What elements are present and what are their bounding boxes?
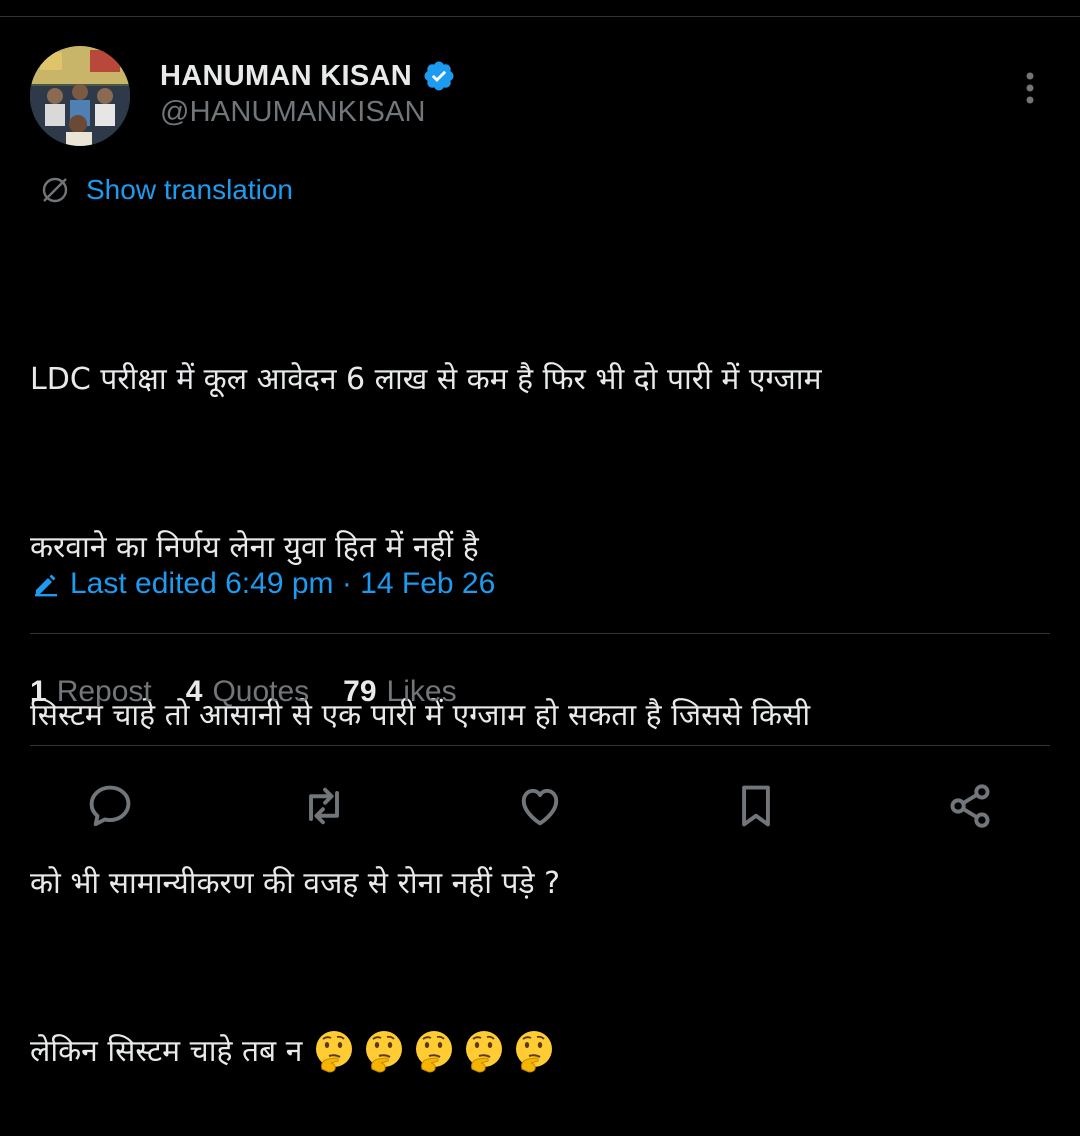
likes-count: 79 xyxy=(343,675,377,708)
avatar-photo xyxy=(30,46,130,146)
reposts-count: 1 xyxy=(30,675,47,708)
repost-button[interactable] xyxy=(298,780,350,832)
divider xyxy=(30,633,1050,634)
verified-badge-icon xyxy=(424,61,454,91)
like-icon xyxy=(521,788,559,826)
tweet-line-text: लेकिन सिस्टम चाहे तब न xyxy=(30,1034,312,1069)
reposts-stat[interactable]: 1 Repost xyxy=(30,675,152,709)
reply-button[interactable] xyxy=(84,780,136,832)
likes-label: Likes xyxy=(386,675,457,708)
author-display-name[interactable]: HANUMAN KISAN xyxy=(160,60,412,93)
bookmark-icon xyxy=(742,785,770,827)
translate-globe-icon xyxy=(42,177,68,203)
tweet-line: LDC परीक्षा में कूल आवेदन 6 लाख से कम है… xyxy=(30,362,822,397)
repost-icon xyxy=(309,787,339,825)
bookmark-button[interactable] xyxy=(730,780,782,832)
pencil-icon xyxy=(35,574,57,597)
top-divider xyxy=(0,16,1080,17)
thinking-face-emoji xyxy=(315,1031,352,1073)
tweet-line: को भी सामान्यीकरण की वजह से रोना नहीं पड… xyxy=(30,866,561,901)
avatar[interactable] xyxy=(30,46,130,146)
likes-stat[interactable]: 79 Likes xyxy=(343,675,456,709)
tweet-line-last: लेकिन सिस्टम चाहे तब न xyxy=(30,1024,1050,1080)
thinking-face-emoji xyxy=(365,1031,402,1073)
show-translation-label[interactable]: Show translation xyxy=(86,174,293,206)
quotes-count: 4 xyxy=(185,675,203,708)
author-name-row[interactable]: HANUMAN KISAN xyxy=(160,56,456,96)
thinking-face-emoji xyxy=(415,1031,452,1073)
more-options-button[interactable] xyxy=(1014,70,1046,110)
share-icon xyxy=(950,784,990,828)
share-button[interactable] xyxy=(944,780,996,832)
author-handle[interactable]: @HANUMANKISAN xyxy=(160,96,426,129)
more-vertical-icon xyxy=(1026,72,1034,104)
thinking-face-emoji xyxy=(465,1031,502,1073)
like-button[interactable] xyxy=(514,780,566,832)
last-edited-label[interactable]: Last edited 6:49 pm · 14 Feb 26 xyxy=(70,567,495,601)
divider xyxy=(30,745,1050,746)
reply-icon xyxy=(89,785,131,827)
thinking-face-emoji xyxy=(515,1031,552,1073)
reposts-label: Repost xyxy=(56,675,152,708)
engagement-stats: 1 Repost 4 Quotes 79 Likes xyxy=(30,668,457,716)
show-translation-link[interactable]: Show translation xyxy=(40,170,293,210)
quotes-label: Quotes xyxy=(212,675,310,708)
last-edited-link[interactable]: Last edited 6:49 pm · 14 Feb 26 xyxy=(32,560,495,608)
emoji-group xyxy=(312,1031,562,1073)
quotes-stat[interactable]: 4 Quotes xyxy=(186,675,309,709)
